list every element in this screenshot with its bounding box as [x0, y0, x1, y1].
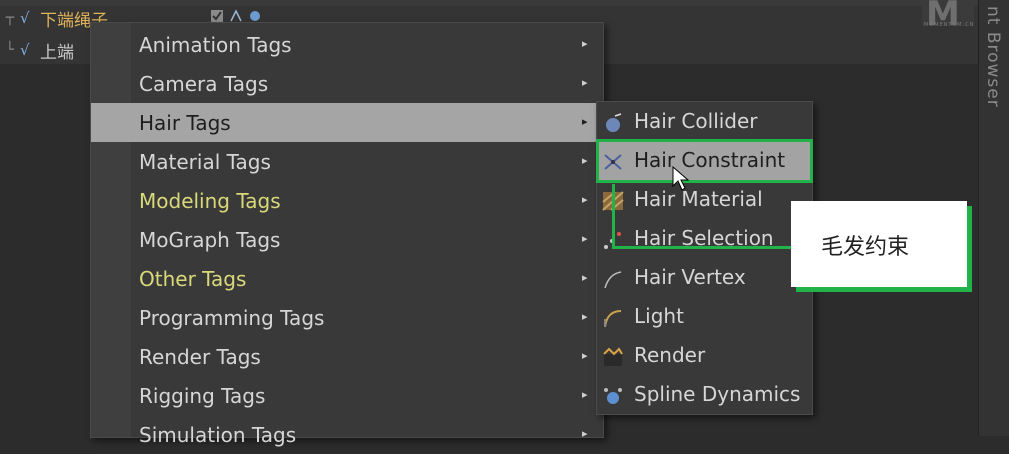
render-icon [601, 346, 625, 368]
menu-item-label: Render Tags [139, 345, 261, 369]
menu-item-camera-tags[interactable]: Camera Tags ▸ [91, 64, 603, 103]
content-browser-tab[interactable]: nt Browser [983, 6, 1003, 108]
tags-context-menu: Animation Tags ▸ Camera Tags ▸ Hair Tags… [90, 22, 604, 447]
menu-item-rigging-tags[interactable]: Rigging Tags ▸ [91, 376, 603, 415]
submenu-item-label: Hair Vertex [634, 265, 746, 289]
menu-item-label: Simulation Tags [139, 423, 297, 447]
submenu-arrow-icon: ▸ [582, 427, 588, 440]
tree-branch-icon: ┬ [5, 10, 15, 26]
mouse-cursor-icon [672, 165, 692, 192]
submenu-item-hair-material[interactable]: Hair Material [597, 180, 812, 219]
submenu-item-hair-vertex[interactable]: Hair Vertex [597, 258, 812, 297]
object-tag-icons [210, 8, 262, 22]
menu-item-other-tags[interactable]: Other Tags ▸ [91, 259, 603, 298]
visibility-icon [210, 8, 224, 22]
submenu-item-hair-selection[interactable]: Hair Selection [597, 219, 812, 258]
annotation-text: 毛发约束 [821, 235, 910, 260]
highlight-box [596, 139, 813, 183]
watermark-letter: M [926, 0, 960, 34]
hair-tag-icon [229, 8, 243, 22]
submenu-item-render[interactable]: Render [597, 336, 812, 375]
submenu-arrow-icon: ▸ [582, 154, 588, 167]
dynamics-tag-icon [248, 8, 262, 22]
watermark-logo: M MOMENTUM.CN [922, 0, 975, 34]
submenu-item-label: Hair Material [634, 187, 763, 211]
submenu-item-label: Spline Dynamics [634, 382, 801, 406]
submenu-arrow-icon: ▸ [582, 232, 588, 245]
submenu-item-hair-collider[interactable]: Hair Collider [597, 102, 812, 141]
menu-item-hair-tags[interactable]: Hair Tags ▸ [91, 103, 603, 142]
submenu-item-label: Hair Collider [634, 109, 758, 133]
annotation-callout: 毛发约束 [791, 201, 967, 287]
submenu-arrow-icon: ▸ [582, 349, 588, 362]
submenu-arrow-icon: ▸ [582, 76, 588, 89]
menu-item-label: MoGraph Tags [139, 228, 281, 252]
submenu-arrow-icon: ▸ [582, 193, 588, 206]
submenu-arrow-icon: ▸ [582, 388, 588, 401]
submenu-arrow-icon: ▸ [582, 271, 588, 284]
submenu-arrow-icon: ▸ [582, 115, 588, 128]
menu-item-label: Hair Tags [139, 111, 231, 135]
submenu-item-label: Light [634, 304, 684, 328]
top-strip [0, 0, 1009, 6]
watermark-subtext: MOMENTUM.CN [924, 22, 975, 28]
submenu-item-light[interactable]: Light [597, 297, 812, 336]
menu-item-material-tags[interactable]: Material Tags ▸ [91, 142, 603, 181]
submenu-arrow-icon: ▸ [582, 37, 588, 50]
menu-item-simulation-tags[interactable]: Simulation Tags ▸ [91, 415, 603, 454]
spline-dynamics-icon [601, 385, 625, 407]
spline-icon: √ [20, 41, 30, 59]
submenu-arrow-icon: ▸ [582, 310, 588, 323]
submenu-item-spline-dynamics[interactable]: Spline Dynamics [597, 375, 812, 414]
menu-item-programming-tags[interactable]: Programming Tags ▸ [91, 298, 603, 337]
menu-item-render-tags[interactable]: Render Tags ▸ [91, 337, 603, 376]
callout-connector [612, 246, 792, 249]
tree-branch-icon: └ [5, 42, 15, 58]
menu-item-label: Modeling Tags [139, 189, 281, 213]
object-row[interactable]: └ √ 上端 [0, 38, 74, 63]
light-icon [601, 307, 625, 329]
menu-item-modeling-tags[interactable]: Modeling Tags ▸ [91, 181, 603, 220]
menu-item-label: Other Tags [139, 267, 247, 291]
hair-vertex-icon [601, 268, 625, 290]
callout-connector-vertical [612, 184, 615, 248]
menu-item-mograph-tags[interactable]: MoGraph Tags ▸ [91, 220, 603, 259]
menu-item-label: Rigging Tags [139, 384, 266, 408]
spline-icon: √ [20, 9, 30, 27]
menu-item-animation-tags[interactable]: Animation Tags ▸ [91, 25, 603, 64]
right-side-panel[interactable]: nt Browser [978, 0, 1009, 436]
menu-item-label: Programming Tags [139, 306, 325, 330]
object-label: 上端 [40, 42, 74, 63]
menu-item-label: Animation Tags [139, 33, 292, 57]
submenu-item-label: Render [634, 343, 706, 367]
menu-item-label: Camera Tags [139, 72, 269, 96]
hair-collider-icon [601, 112, 625, 134]
menu-item-label: Material Tags [139, 150, 271, 174]
